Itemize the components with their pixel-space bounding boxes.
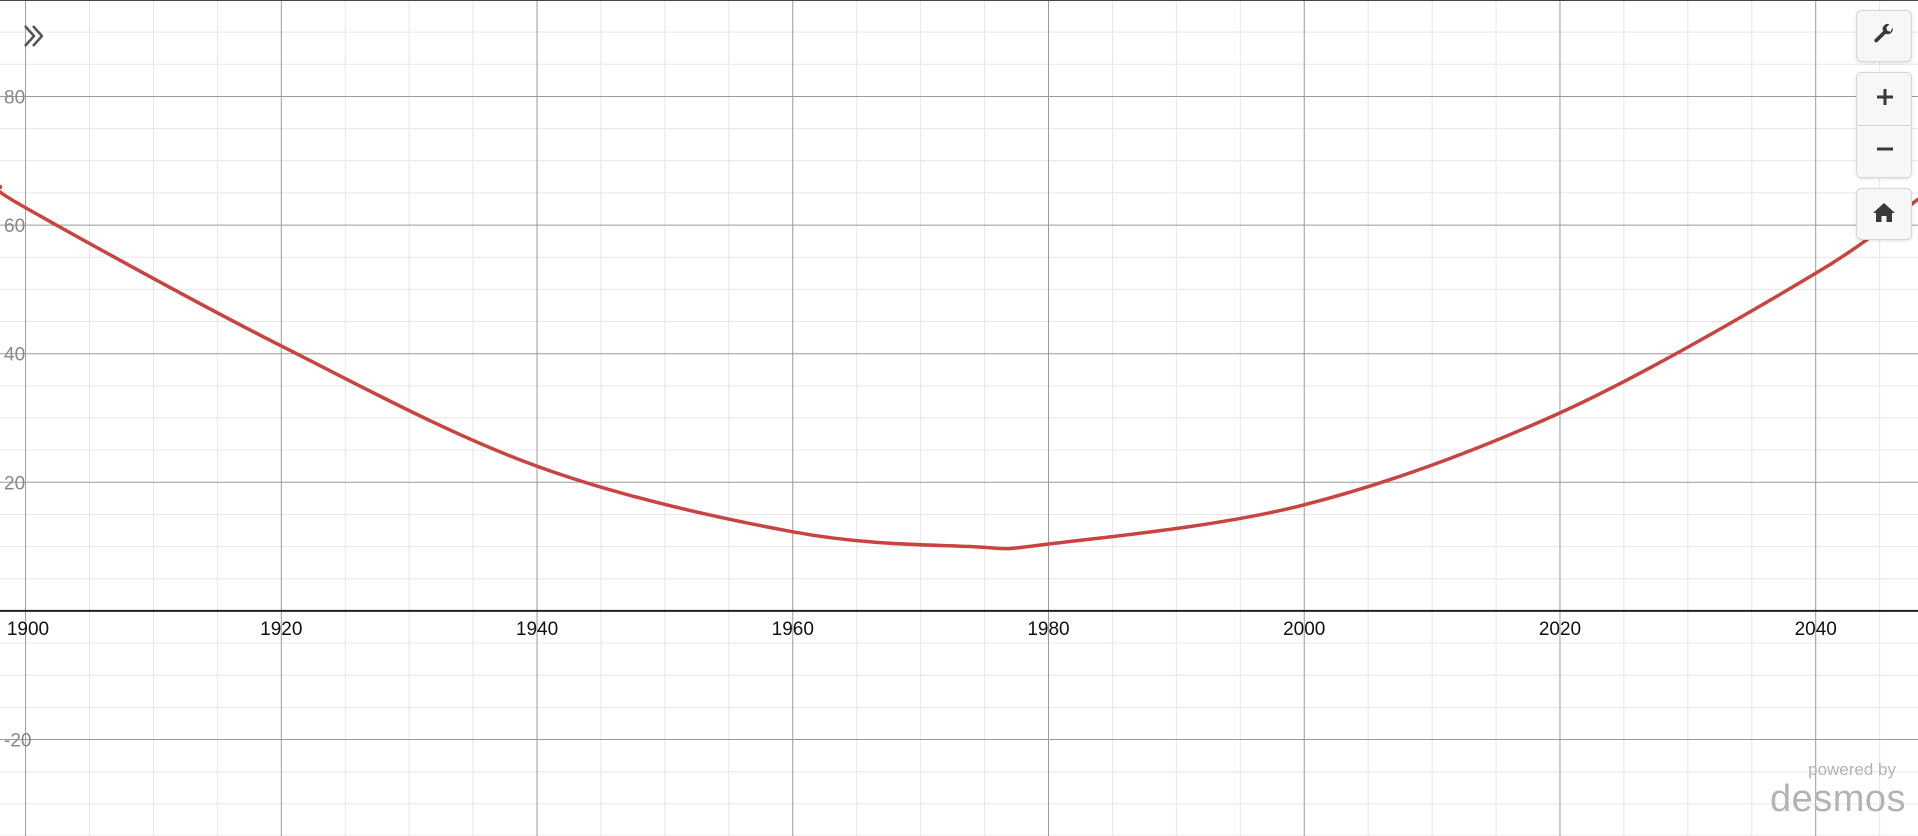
y-tick-label: 80 xyxy=(4,87,25,108)
desmos-branding: powered by desmos xyxy=(1770,761,1906,818)
double-chevron-right-icon xyxy=(20,22,48,55)
graph-settings-button[interactable] xyxy=(1856,10,1912,62)
wrench-icon xyxy=(1872,22,1896,51)
minus-icon xyxy=(1875,139,1895,164)
x-tick-label: 2020 xyxy=(1539,619,1581,640)
y-tick-label: 40 xyxy=(4,345,25,366)
y-tick-label: 20 xyxy=(4,473,25,494)
x-tick-label: 1980 xyxy=(1027,619,1069,640)
powered-by-text: powered by xyxy=(1808,760,1896,779)
axes xyxy=(0,0,1918,612)
x-tick-label: 2000 xyxy=(1283,619,1325,640)
zoom-button-group xyxy=(1856,72,1912,178)
x-tick-label: 1920 xyxy=(260,619,302,640)
graph-controls xyxy=(1856,10,1912,240)
plus-icon xyxy=(1875,87,1895,112)
curve-layer xyxy=(0,184,1918,551)
home-icon xyxy=(1872,201,1896,228)
x-tick-label: 2040 xyxy=(1795,619,1837,640)
zoom-out-button[interactable] xyxy=(1857,125,1911,177)
x-tick-label: 1960 xyxy=(772,619,814,640)
graph-curve[interactable] xyxy=(0,184,1918,551)
x-tick-label: 1940 xyxy=(516,619,558,640)
desmos-logo: desmos xyxy=(1769,778,1906,820)
expand-expression-list-button[interactable] xyxy=(14,18,54,58)
y-tick-label: -20 xyxy=(4,731,31,752)
graph-plot[interactable]: 1900 1920 1940 1960 1980 2000 2020 2040 80 60 40 20… xyxy=(0,0,1918,836)
minor-gridlines xyxy=(0,0,1918,836)
zoom-in-button[interactable] xyxy=(1857,73,1911,125)
y-tick-label: 60 xyxy=(4,216,25,237)
graph-canvas[interactable]: 1900 1920 1940 1960 1980 2000 2020 2040 80 60 40 20… xyxy=(0,0,1918,836)
default-viewport-button[interactable] xyxy=(1856,188,1912,240)
x-tick-label: 1900 xyxy=(7,619,49,640)
